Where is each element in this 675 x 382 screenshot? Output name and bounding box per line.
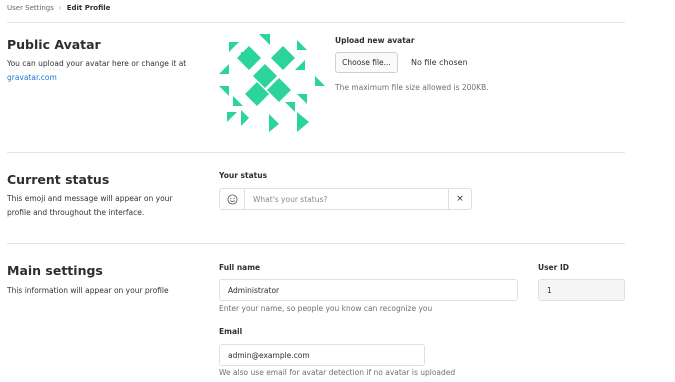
breadcrumb-edit-profile[interactable]: Edit Profile: [67, 4, 111, 12]
clear-status-button[interactable]: ×: [448, 189, 471, 209]
upload-avatar-label: Upload new avatar: [335, 36, 415, 45]
status-section-description: This emoji and message will appear on yo…: [7, 194, 173, 217]
avatar-section-title: Public Avatar: [7, 37, 101, 52]
file-status-text: No file chosen: [411, 58, 468, 67]
smiley-face-icon: [226, 193, 238, 205]
full-name-label: Full name: [219, 263, 261, 272]
email-help: We also use email for avatar detection i…: [219, 368, 456, 377]
avatar-section-description: You can upload your avatar here or chang…: [7, 57, 212, 85]
emoji-picker-button[interactable]: [220, 189, 245, 209]
max-size-note: The maximum file size allowed is 200KB.: [335, 83, 489, 92]
breadcrumb-separator: ›: [58, 4, 62, 12]
status-section-title: Current status: [7, 172, 110, 187]
breadcrumb: User Settings › Edit Profile: [7, 4, 110, 12]
user-id-label: User ID: [538, 263, 569, 272]
status-field: What's your status? ×: [219, 188, 472, 210]
avatar-identicon: [219, 34, 325, 132]
choose-file-button[interactable]: Choose file...: [335, 52, 398, 73]
avatar-description-text: You can upload your avatar here or chang…: [7, 59, 187, 68]
full-name-help: Enter your name, so people you know can …: [219, 304, 433, 313]
close-icon: ×: [456, 194, 464, 204]
gravatar-link[interactable]: gravatar.com: [7, 73, 57, 82]
main-section-description: This information will appear on your pro…: [7, 286, 169, 295]
main-section-title: Main settings: [7, 263, 103, 278]
status-input[interactable]: What's your status?: [245, 189, 448, 209]
divider: [7, 152, 625, 153]
status-field-label: Your status: [219, 171, 268, 180]
email-input[interactable]: admin@example.com: [219, 344, 425, 366]
divider: [7, 243, 625, 244]
divider: [7, 22, 625, 23]
user-id-input[interactable]: 1: [538, 279, 625, 301]
full-name-input[interactable]: Administrator: [219, 279, 518, 301]
breadcrumb-user-settings[interactable]: User Settings: [7, 4, 54, 12]
email-label: Email: [219, 327, 243, 336]
